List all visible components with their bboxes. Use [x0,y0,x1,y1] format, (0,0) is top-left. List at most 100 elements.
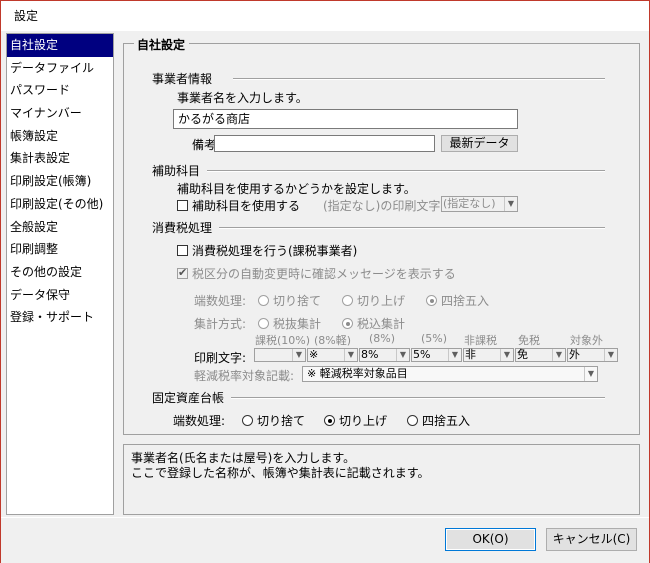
nav-item-registration-support[interactable]: 登録・サポート [7,306,113,329]
latest-data-button[interactable]: 最新データ [441,135,518,152]
radio-button[interactable] [324,415,335,426]
checkbox-box[interactable]: ✔ [177,266,188,279]
nav-item-data-maintenance[interactable]: データ保守 [7,284,113,307]
sum-method-incl[interactable]: 税込集計 [342,315,405,332]
chevron-down-icon: ▼ [604,349,617,361]
checkmark-icon: ✔ [178,266,188,279]
radio-button[interactable] [407,415,418,426]
radio-button[interactable] [426,295,437,306]
nav-item-password[interactable]: パスワード [7,79,113,102]
subaccount-print-select[interactable]: (指定なし) ▼ [441,196,518,212]
print-char-select-8-reduced[interactable]: ※ ▼ [307,348,358,362]
radio-button[interactable] [258,318,269,329]
col-header-taxable-10: 課税(10%) [255,334,311,347]
business-section-title: 事業者情報 [152,72,213,86]
print-char-select-10[interactable]: ▼ [254,348,306,362]
radio-selected-dot [345,321,350,326]
fixed-rounding-truncate[interactable]: 切り捨て [242,412,305,429]
groupbox-top-border [123,43,640,44]
chevron-down-icon: ▼ [584,367,597,381]
ok-button[interactable]: OK(O) [445,528,536,551]
checkbox-box[interactable] [177,245,188,256]
radio-label: 四捨五入 [441,294,490,308]
tax-separator [219,227,605,229]
business-name-input[interactable]: かるがる商店 [173,109,518,129]
nav-item-print-other[interactable]: 印刷設定(その他) [7,193,113,216]
groupbox-bottom-border [123,434,640,435]
col-header-reduced-8: (8%軽) [314,334,352,347]
col-header-outside: 対象外 [570,334,603,347]
confirm-message-checkbox[interactable]: ✔ 税区分の自動変更時に確認メッセージを表示する [177,265,456,282]
radio-label: 切り上げ [339,414,388,428]
select-value: 5% [413,348,431,361]
nav-item-company[interactable]: 自社設定 [7,34,113,57]
nav-item-summary-settings[interactable]: 集計表設定 [7,147,113,170]
nav-item-print-ledger[interactable]: 印刷設定(帳簿) [7,170,113,193]
reduced-rate-select[interactable]: ※ 軽減税率対象品目 ▼ [302,366,598,382]
col-header-nontax: 非課税 [464,334,497,347]
chevron-down-icon: ▼ [448,349,461,361]
nav-item-other-settings[interactable]: その他の設定 [7,261,113,284]
radio-label: 税抜集計 [273,317,322,331]
settings-category-list[interactable]: 自社設定 データファイル パスワード マイナンバー 帳簿設定 集計表設定 印刷設… [6,33,114,515]
nav-item-general[interactable]: 全般設定 [7,216,113,239]
subaccount-separator [207,170,605,172]
print-char-select-outside[interactable]: 外 ▼ [567,348,618,362]
do-tax-checkbox[interactable]: 消費税処理を行う(課税事業者) [177,242,357,259]
nav-item-print-adjust[interactable]: 印刷調整 [7,238,113,261]
select-value: 8% [361,348,379,361]
chevron-down-icon: ▼ [552,349,565,361]
nav-item-ledger-settings[interactable]: 帳簿設定 [7,125,113,148]
nav-item-my-number[interactable]: マイナンバー [7,102,113,125]
fixed-assets-separator [231,397,605,399]
tax-rounding-roundup[interactable]: 切り上げ [342,292,405,309]
radio-button[interactable] [342,318,353,329]
cancel-button[interactable]: キャンセル(C) [546,528,637,551]
use-subaccount-label: 補助科目を使用する [192,199,301,213]
title-bar: 設定 [1,1,649,31]
col-header-8: (8%) [369,332,396,345]
sum-method-label: 集計方式: [194,317,247,331]
chevron-down-icon: ▼ [292,349,305,361]
chevron-down-icon: ▼ [500,349,513,361]
tax-rounding-truncate[interactable]: 切り捨て [258,292,321,309]
do-tax-label: 消費税処理を行う(課税事業者) [192,244,358,258]
group-title: 自社設定 [134,36,190,53]
radio-selected-dot [327,418,332,423]
description-line-1: 事業者名(氏名または屋号)を入力します。 [131,451,356,465]
description-line-2: ここで登録した名称が、帳簿や集計表に記載されます。 [131,466,430,480]
select-value: 非 [465,348,476,361]
fixed-rounding-roundup[interactable]: 切り上げ [324,412,387,429]
subaccount-print-label: (指定なし)の印刷文字: [323,199,445,213]
checkbox-box[interactable] [177,200,188,211]
radio-label: 四捨五入 [422,414,471,428]
select-value: ※ 軽減税率対象品目 [307,367,408,380]
tax-rounding-round[interactable]: 四捨五入 [426,292,489,309]
nav-item-data-file[interactable]: データファイル [7,57,113,80]
fixed-rounding-round[interactable]: 四捨五入 [407,412,470,429]
radio-button[interactable] [342,295,353,306]
print-char-select-5[interactable]: 5% ▼ [411,348,462,362]
select-value: 外 [569,348,580,361]
print-char-select-exempt[interactable]: 免 ▼ [515,348,566,362]
memo-input[interactable] [214,135,435,152]
chevron-down-icon: ▼ [344,349,357,361]
subaccount-section-title: 補助科目 [152,164,201,178]
sum-method-excl[interactable]: 税抜集計 [258,315,321,332]
print-char-select-8[interactable]: 8% ▼ [359,348,410,362]
settings-dialog: 設定 自社設定 データファイル パスワード マイナンバー 帳簿設定 集計表設定 … [0,0,650,563]
confirm-message-label: 税区分の自動変更時に確認メッセージを表示する [192,267,456,281]
select-value: ※ [309,348,319,361]
radio-button[interactable] [242,415,253,426]
business-separator [233,78,605,80]
print-char-select-nontax[interactable]: 非 ▼ [463,348,514,362]
select-value: 免 [517,348,528,361]
reduced-rate-label: 軽減税率対象記載: [194,369,295,383]
radio-button[interactable] [258,295,269,306]
fixed-assets-section-title: 固定資産台帳 [152,391,225,405]
radio-selected-dot [429,298,434,303]
use-subaccount-checkbox[interactable]: 補助科目を使用する [177,197,300,214]
chevron-down-icon: ▼ [396,349,409,361]
col-header-5: (5%) [421,332,448,345]
groupbox-right-border [639,43,640,435]
